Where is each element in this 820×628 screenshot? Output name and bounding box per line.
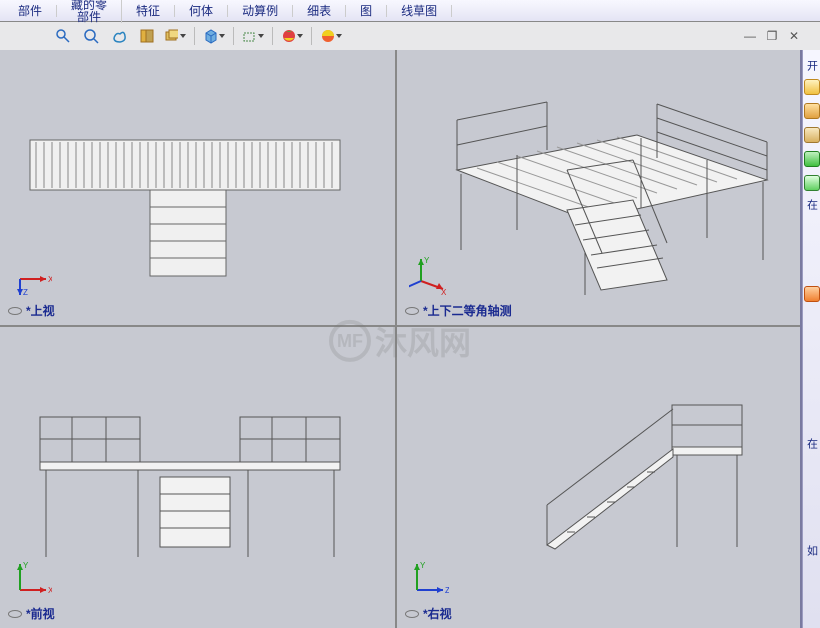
eye-icon bbox=[8, 610, 22, 618]
triad-icon: X Y bbox=[12, 558, 52, 598]
eye-icon bbox=[8, 307, 22, 315]
close-button[interactable]: ✕ bbox=[786, 28, 802, 44]
zoom-icon[interactable] bbox=[80, 26, 102, 46]
zoom-window-icon[interactable] bbox=[52, 26, 74, 46]
taskpane-section[interactable]: 在 bbox=[804, 438, 820, 449]
svg-text:Z: Z bbox=[445, 586, 449, 595]
viewports-container: X Z *上视 bbox=[0, 50, 802, 628]
viewport-label: *上视 bbox=[8, 302, 55, 319]
pan-icon[interactable] bbox=[108, 26, 130, 46]
taskpane-section[interactable]: 在 bbox=[804, 199, 820, 210]
folder-icon[interactable] bbox=[804, 127, 820, 143]
box-icon[interactable] bbox=[203, 26, 225, 46]
viewport-label: *前视 bbox=[8, 605, 55, 622]
apply-icon[interactable] bbox=[804, 151, 820, 167]
minimize-button[interactable]: — bbox=[742, 28, 758, 44]
eye-icon bbox=[405, 307, 419, 315]
ribbon-item[interactable]: 何体 bbox=[175, 5, 228, 17]
toolbar-separator bbox=[272, 27, 273, 45]
wizard-icon[interactable] bbox=[804, 103, 820, 119]
ribbon-item[interactable]: 特征 bbox=[122, 5, 175, 17]
ribbon-item[interactable]: 动算例 bbox=[228, 5, 293, 17]
display-style-icon[interactable] bbox=[164, 26, 186, 46]
view-toolbar bbox=[0, 22, 820, 50]
add-icon[interactable] bbox=[804, 175, 820, 191]
triad-icon: Z Y bbox=[409, 558, 449, 598]
svg-text:Z: Z bbox=[23, 288, 28, 295]
svg-text:Y: Y bbox=[420, 561, 426, 570]
toolbar-separator bbox=[194, 27, 195, 45]
svg-text:X: X bbox=[48, 586, 52, 595]
sectioned-view-icon[interactable] bbox=[136, 26, 158, 46]
toolbar-separator bbox=[233, 27, 234, 45]
scene-sphere-icon[interactable] bbox=[320, 26, 342, 46]
svg-text:X: X bbox=[48, 275, 52, 284]
taskpane-section[interactable]: 开 bbox=[804, 60, 820, 71]
svg-text:Y: Y bbox=[424, 256, 430, 265]
rss-icon[interactable] bbox=[804, 286, 820, 302]
viewport-front[interactable]: X Y *前视 bbox=[0, 327, 395, 628]
ribbon-item[interactable]: 线草图 bbox=[387, 5, 452, 17]
triad-icon: X Y bbox=[409, 255, 449, 295]
ribbon-item[interactable]: 细表 bbox=[293, 5, 346, 17]
viewport-top[interactable]: X Z *上视 bbox=[0, 50, 395, 325]
toolbar-separator bbox=[311, 27, 312, 45]
triad-icon: X Z bbox=[12, 255, 52, 295]
svg-text:Y: Y bbox=[23, 561, 29, 570]
viewport-label: *上下二等角轴测 bbox=[405, 302, 512, 319]
ribbon-item[interactable]: 部件 bbox=[4, 5, 57, 17]
svg-text:X: X bbox=[441, 288, 447, 295]
task-pane[interactable]: 开 在 在 如 bbox=[802, 50, 820, 628]
ribbon-item[interactable]: 藏的零 部件 bbox=[57, 0, 122, 23]
appearance-sphere-icon[interactable] bbox=[281, 26, 303, 46]
eye-icon bbox=[405, 610, 419, 618]
taskpane-section[interactable]: 如 bbox=[804, 545, 820, 556]
viewport-label: *右视 bbox=[405, 605, 452, 622]
viewport-isometric[interactable]: X Y *上下二等角轴测 bbox=[397, 50, 802, 325]
window-controls: — ❐ ✕ bbox=[742, 28, 802, 44]
home-icon[interactable] bbox=[804, 79, 820, 95]
viewport-right[interactable]: Z Y *右视 bbox=[397, 327, 802, 628]
ribbon-item[interactable]: 图 bbox=[346, 5, 387, 17]
ribbon: 部件 藏的零 部件 特征 何体 动算例 细表 图 线草图 bbox=[0, 0, 820, 22]
hide-icon[interactable] bbox=[242, 26, 264, 46]
restore-button[interactable]: ❐ bbox=[764, 28, 780, 44]
